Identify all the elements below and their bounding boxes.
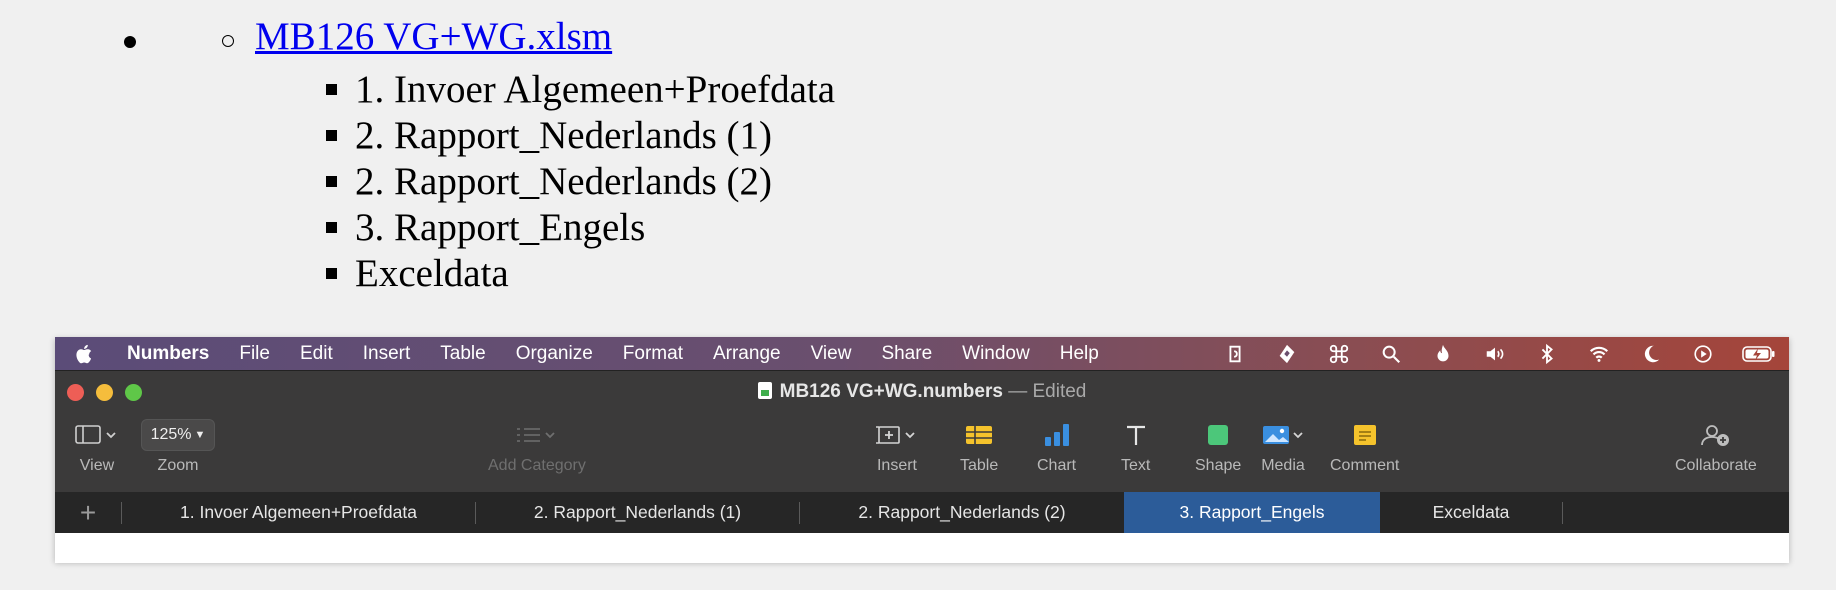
list-item-label: Exceldata (355, 251, 509, 295)
square-bullet (326, 83, 337, 95)
insert-icon (875, 417, 919, 453)
title-separator: — (1008, 381, 1028, 402)
clipboard-icon[interactable] (1209, 343, 1261, 365)
tab-rapport-nederlands-1[interactable]: 2. Rapport_Nederlands (1) (476, 492, 799, 533)
text-icon (1124, 417, 1148, 453)
comment-label: Comment (1330, 457, 1400, 474)
play-circle-icon[interactable] (1677, 343, 1729, 365)
menu-bar: Numbers File Edit Insert Table Organize … (55, 337, 1789, 370)
volume-icon[interactable] (1469, 343, 1521, 365)
wifi-icon[interactable] (1573, 343, 1625, 365)
numbers-window: Numbers File Edit Insert Table Organize … (55, 337, 1789, 563)
comment-icon (1351, 417, 1379, 453)
insert-label: Insert (876, 457, 917, 474)
list-item: Exceldata (326, 250, 835, 296)
list-item: 2. Rapport_Nederlands (2) (326, 158, 835, 204)
menu-format[interactable]: Format (608, 343, 698, 365)
menu-view[interactable]: View (796, 343, 867, 365)
circle-bullet (222, 35, 234, 47)
collaborate-icon (1699, 417, 1733, 453)
menu-share[interactable]: Share (866, 343, 947, 365)
battery-charging-icon[interactable] (1729, 345, 1789, 363)
document-name: MB126 VG+WG.numbers (779, 381, 1003, 402)
table-button[interactable]: Table (960, 417, 998, 475)
menu-help[interactable]: Help (1045, 343, 1114, 365)
numbers-document-icon (757, 382, 772, 399)
sheet-list: 1. Invoer Algemeen+Proefdata 2. Rapport_… (326, 66, 835, 296)
square-bullet (326, 129, 337, 141)
list-item-label: 1. Invoer Algemeen+Proefdata (355, 67, 836, 111)
file-link[interactable]: MB126 VG+WG.xlsm (255, 14, 612, 61)
tab-rapport-engels[interactable]: 3. Rapport_Engels (1124, 492, 1380, 533)
tab-invoer-algemeen[interactable]: 1. Invoer Algemeen+Proefdata (122, 492, 475, 533)
flame-icon[interactable] (1417, 343, 1469, 365)
menu-organize[interactable]: Organize (501, 343, 608, 365)
menu-file[interactable]: File (224, 343, 285, 365)
menu-table[interactable]: Table (425, 343, 500, 365)
view-button[interactable]: View (75, 417, 119, 475)
list-item-label: 2. Rapport_Nederlands (2) (355, 159, 772, 203)
media-label: Media (1261, 457, 1305, 474)
disc-bullet (124, 36, 136, 48)
view-label: View (79, 457, 115, 474)
tab-exceldata[interactable]: Exceldata (1380, 492, 1562, 533)
sidebar-view-icon (75, 417, 119, 453)
menu-insert[interactable]: Insert (348, 343, 426, 365)
list-item: 1. Invoer Algemeen+Proefdata (326, 66, 835, 112)
chart-label: Chart (1037, 457, 1077, 474)
media-icon (1261, 417, 1305, 453)
square-bullet (326, 175, 337, 187)
collaborate-label: Collaborate (1675, 457, 1757, 474)
add-category-button[interactable]: Add Category (488, 417, 586, 475)
text-button[interactable]: Text (1121, 417, 1150, 475)
table-label: Table (960, 457, 999, 474)
cloud-sync-icon[interactable] (1261, 343, 1313, 365)
square-bullet (326, 221, 337, 233)
menu-app-numbers[interactable]: Numbers (115, 343, 224, 365)
zoom-label: Zoom (157, 457, 199, 474)
square-bullet (326, 267, 337, 279)
list-item: 3. Rapport_Engels (326, 204, 835, 250)
chart-button[interactable]: Chart (1037, 417, 1076, 475)
zoom-control[interactable]: 125% ▼ Zoom (141, 417, 215, 475)
bluetooth-icon[interactable] (1521, 343, 1573, 365)
add-sheet-button[interactable]: + (55, 498, 121, 527)
zoom-select[interactable]: 125% ▼ (141, 419, 215, 451)
zoom-value: 125% (150, 426, 192, 443)
list-item: 2. Rapport_Nederlands (1) (326, 112, 835, 158)
spotlight-search-icon[interactable] (1365, 343, 1417, 365)
moon-icon[interactable] (1625, 343, 1677, 365)
document-status: Edited (1032, 381, 1087, 402)
menu-arrange[interactable]: Arrange (698, 343, 796, 365)
apple-menu-icon[interactable] (55, 342, 115, 366)
command-icon[interactable] (1313, 343, 1365, 365)
chevron-down-icon: ▼ (194, 429, 206, 441)
table-icon (964, 417, 994, 453)
list-item-label: 3. Rapport_Engels (355, 205, 646, 249)
tab-divider (1562, 501, 1563, 524)
collaborate-button[interactable]: Collaborate (1675, 417, 1757, 475)
shape-label: Shape (1195, 457, 1242, 474)
sheet-canvas[interactable] (55, 533, 1789, 563)
shape-button[interactable]: Shape (1195, 417, 1241, 475)
text-label: Text (1121, 457, 1151, 474)
comment-button[interactable]: Comment (1330, 417, 1399, 475)
window-toolbar: MB126 VG+WG.numbers — Edited View 125% ▼ … (55, 370, 1789, 492)
sheet-tab-bar: + 1. Invoer Algemeen+Proefdata 2. Rappor… (55, 492, 1789, 533)
media-button[interactable]: Media (1261, 417, 1305, 475)
add-category-label: Add Category (488, 457, 586, 474)
shape-icon (1205, 417, 1231, 453)
chart-icon (1042, 417, 1072, 453)
menu-edit[interactable]: Edit (285, 343, 348, 365)
list-item-label: 2. Rapport_Nederlands (1) (355, 113, 772, 157)
menu-window[interactable]: Window (947, 343, 1045, 365)
document-title: MB126 VG+WG.numbers — Edited (55, 381, 1789, 403)
tab-rapport-nederlands-2[interactable]: 2. Rapport_Nederlands (2) (800, 492, 1124, 533)
list-category-icon (515, 417, 559, 453)
insert-button[interactable]: Insert (875, 417, 919, 475)
